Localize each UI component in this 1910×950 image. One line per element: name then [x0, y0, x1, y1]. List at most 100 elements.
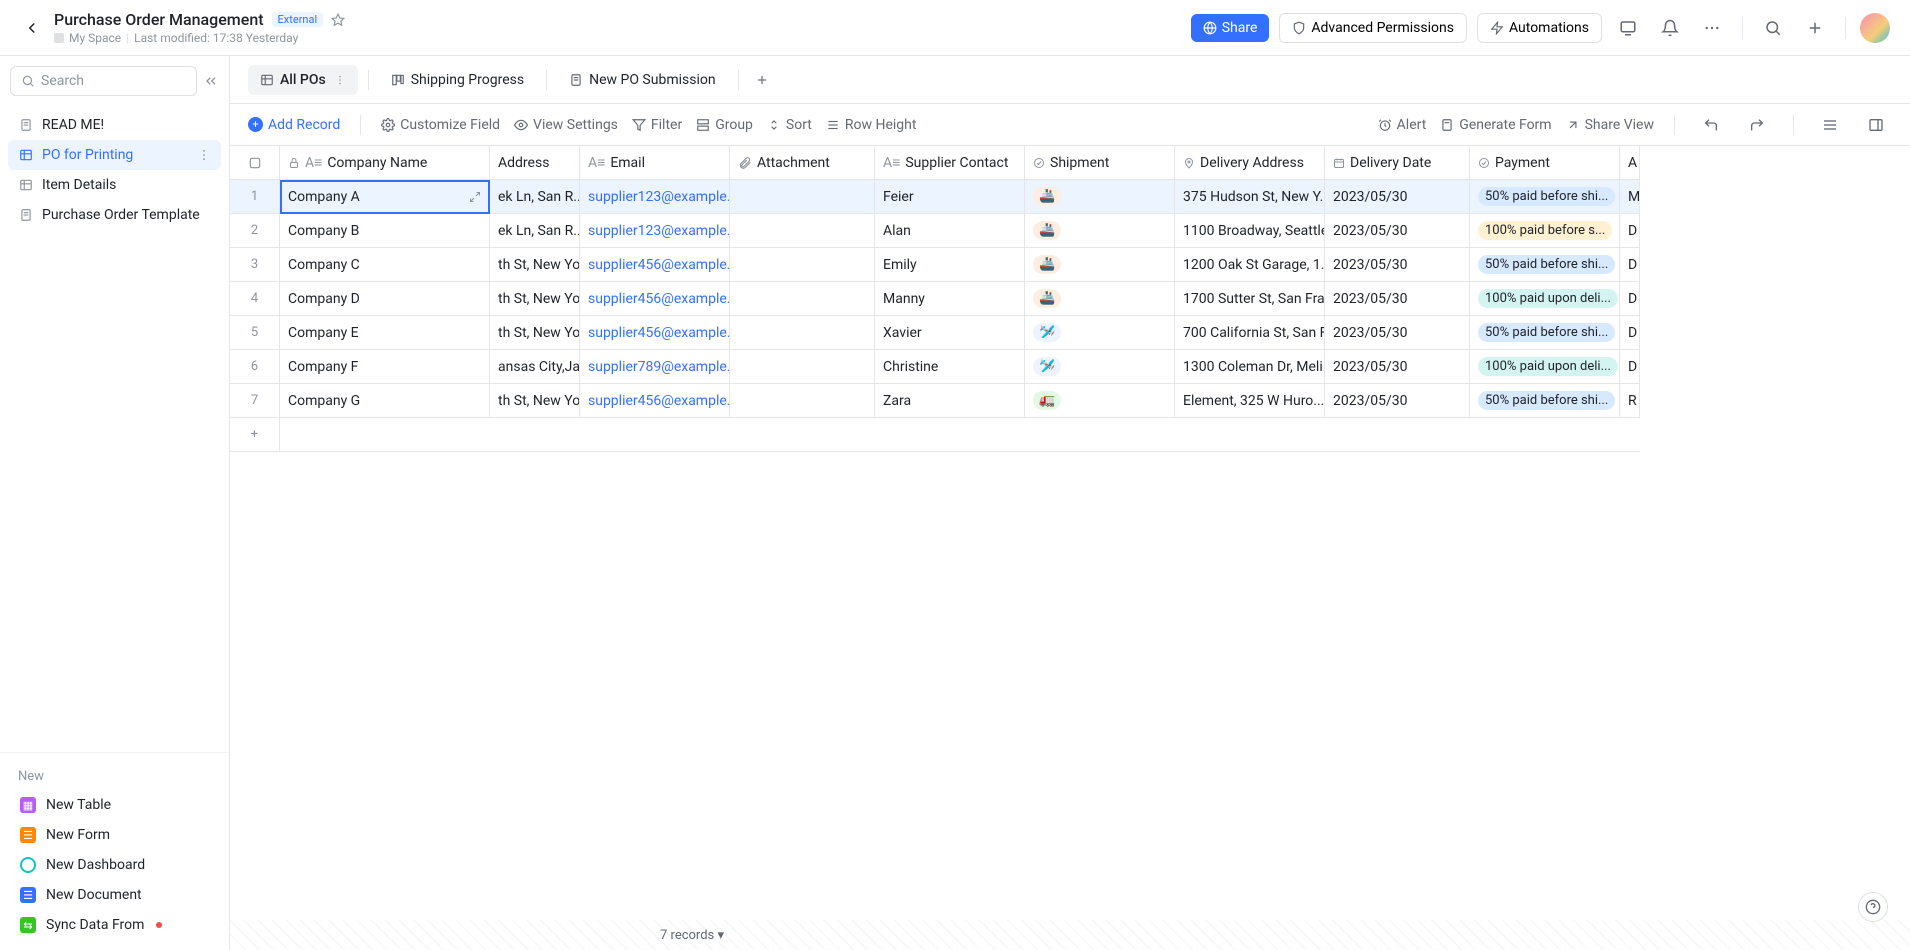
- sidebar-item-po-printing[interactable]: PO for Printing: [8, 140, 221, 170]
- cell-delivery-date[interactable]: 2023/05/30: [1325, 214, 1470, 248]
- new-form-button[interactable]: ☰ New Form: [10, 820, 219, 850]
- row-number[interactable]: 6: [230, 350, 280, 384]
- cell-overflow[interactable]: D: [1620, 248, 1640, 282]
- cell-delivery-address[interactable]: 700 California St, San F...: [1175, 316, 1325, 350]
- col-payment[interactable]: Payment: [1470, 146, 1620, 180]
- add-tab-button[interactable]: [749, 67, 775, 93]
- advanced-permissions-button[interactable]: Advanced Permissions: [1279, 13, 1467, 43]
- back-button[interactable]: [20, 16, 44, 40]
- record-count[interactable]: 7 records ▾: [660, 928, 724, 943]
- cell-overflow[interactable]: D: [1620, 282, 1640, 316]
- col-supplier-contact[interactable]: A≡Supplier Contact: [875, 146, 1025, 180]
- cell-payment[interactable]: 50% paid before shi...: [1470, 384, 1620, 418]
- cell-address[interactable]: ek Ln, San R...: [490, 214, 580, 248]
- select-all-checkbox[interactable]: [230, 146, 280, 180]
- favorite-button[interactable]: [331, 13, 345, 27]
- cell-address[interactable]: th St, New Yo...: [490, 248, 580, 282]
- cell-payment[interactable]: 50% paid before shi...: [1470, 180, 1620, 214]
- cell-company-name[interactable]: Company E: [280, 316, 490, 350]
- cell-payment[interactable]: 50% paid before shi...: [1470, 316, 1620, 350]
- view-settings-button[interactable]: View Settings: [514, 117, 618, 133]
- col-delivery-date[interactable]: Delivery Date: [1325, 146, 1470, 180]
- sort-button[interactable]: Sort: [767, 117, 812, 133]
- tab-menu-button[interactable]: [334, 74, 346, 86]
- cell-delivery-address[interactable]: Element, 325 W Huro...: [1175, 384, 1325, 418]
- row-number[interactable]: 1: [230, 180, 280, 214]
- cell-overflow[interactable]: D: [1620, 316, 1640, 350]
- customize-field-button[interactable]: Customize Field: [381, 117, 500, 133]
- col-delivery-address[interactable]: Delivery Address: [1175, 146, 1325, 180]
- cell-shipment[interactable]: 🛩️: [1025, 316, 1175, 350]
- generate-form-button[interactable]: Generate Form: [1440, 117, 1551, 133]
- cell-attachment[interactable]: [730, 214, 875, 248]
- cell-address[interactable]: th St, New Yo...: [490, 282, 580, 316]
- new-table-button[interactable]: ▦ New Table: [10, 790, 219, 820]
- cell-delivery-date[interactable]: 2023/05/30: [1325, 384, 1470, 418]
- tab-all-pos[interactable]: All POs: [248, 65, 358, 95]
- cell-company-name[interactable]: Company B: [280, 214, 490, 248]
- cell-address[interactable]: ansas City,Ja...: [490, 350, 580, 384]
- row-number[interactable]: 2: [230, 214, 280, 248]
- user-avatar[interactable]: [1860, 13, 1890, 43]
- share-button[interactable]: Share: [1191, 14, 1270, 42]
- cell-company-name[interactable]: Company A: [280, 180, 490, 214]
- cell-company-name[interactable]: Company C: [280, 248, 490, 282]
- cell-supplier-contact[interactable]: Emily: [875, 248, 1025, 282]
- cell-shipment[interactable]: 🚢: [1025, 282, 1175, 316]
- item-menu-button[interactable]: [197, 148, 211, 162]
- add-record-button[interactable]: + Add Record: [248, 117, 340, 133]
- cell-delivery-date[interactable]: 2023/05/30: [1325, 248, 1470, 282]
- view-list-button[interactable]: [1814, 109, 1846, 141]
- cell-payment[interactable]: 100% paid upon deli...: [1470, 350, 1620, 384]
- cell-shipment[interactable]: 🚢: [1025, 214, 1175, 248]
- cell-supplier-contact[interactable]: Xavier: [875, 316, 1025, 350]
- new-document-button[interactable]: ☰ New Document: [10, 880, 219, 910]
- cell-delivery-address[interactable]: 375 Hudson St, New Y...: [1175, 180, 1325, 214]
- cell-payment[interactable]: 100% paid upon deli...: [1470, 282, 1620, 316]
- cell-delivery-date[interactable]: 2023/05/30: [1325, 180, 1470, 214]
- more-button[interactable]: [1696, 12, 1728, 44]
- cell-company-name[interactable]: Company D: [280, 282, 490, 316]
- cell-company-name[interactable]: Company F: [280, 350, 490, 384]
- empty-row[interactable]: [280, 418, 1640, 452]
- expand-cell-icon[interactable]: [469, 191, 481, 203]
- cell-email[interactable]: supplier123@example....: [580, 214, 730, 248]
- row-number[interactable]: 4: [230, 282, 280, 316]
- cell-shipment[interactable]: 🛩️: [1025, 350, 1175, 384]
- automations-button[interactable]: Automations: [1477, 13, 1602, 43]
- row-height-button[interactable]: Row Height: [826, 117, 917, 133]
- cell-delivery-date[interactable]: 2023/05/30: [1325, 282, 1470, 316]
- cell-attachment[interactable]: [730, 316, 875, 350]
- cell-delivery-address[interactable]: 1100 Broadway, Seattle...: [1175, 214, 1325, 248]
- col-email[interactable]: A≡Email: [580, 146, 730, 180]
- cell-email[interactable]: supplier456@example....: [580, 384, 730, 418]
- cell-shipment[interactable]: 🚢: [1025, 180, 1175, 214]
- filter-button[interactable]: Filter: [632, 117, 682, 133]
- cell-overflow[interactable]: M: [1620, 180, 1640, 214]
- share-view-button[interactable]: Share View: [1566, 117, 1654, 133]
- cell-email[interactable]: supplier456@example....: [580, 248, 730, 282]
- cell-supplier-contact[interactable]: Christine: [875, 350, 1025, 384]
- row-number[interactable]: 5: [230, 316, 280, 350]
- sidebar-item-template[interactable]: Purchase Order Template: [8, 200, 221, 230]
- cell-attachment[interactable]: [730, 350, 875, 384]
- tab-shipping-progress[interactable]: Shipping Progress: [379, 65, 536, 95]
- col-address[interactable]: Address: [490, 146, 580, 180]
- cell-email[interactable]: supplier789@example....: [580, 350, 730, 384]
- notifications-button[interactable]: [1654, 12, 1686, 44]
- cell-address[interactable]: th St, New Yo...: [490, 316, 580, 350]
- new-dashboard-button[interactable]: New Dashboard: [10, 850, 219, 880]
- cell-address[interactable]: ek Ln, San R...: [490, 180, 580, 214]
- col-company-name[interactable]: A≡Company Name: [280, 146, 490, 180]
- collapse-sidebar-button[interactable]: [203, 73, 219, 89]
- row-number[interactable]: 3: [230, 248, 280, 282]
- expand-button[interactable]: [1860, 109, 1892, 141]
- redo-button[interactable]: [1741, 109, 1773, 141]
- cell-shipment[interactable]: 🚢: [1025, 248, 1175, 282]
- cell-attachment[interactable]: [730, 384, 875, 418]
- space-name[interactable]: My Space: [69, 31, 121, 45]
- cell-delivery-date[interactable]: 2023/05/30: [1325, 350, 1470, 384]
- cell-email[interactable]: supplier456@example....: [580, 316, 730, 350]
- cell-overflow[interactable]: R: [1620, 384, 1640, 418]
- help-button[interactable]: [1858, 892, 1888, 922]
